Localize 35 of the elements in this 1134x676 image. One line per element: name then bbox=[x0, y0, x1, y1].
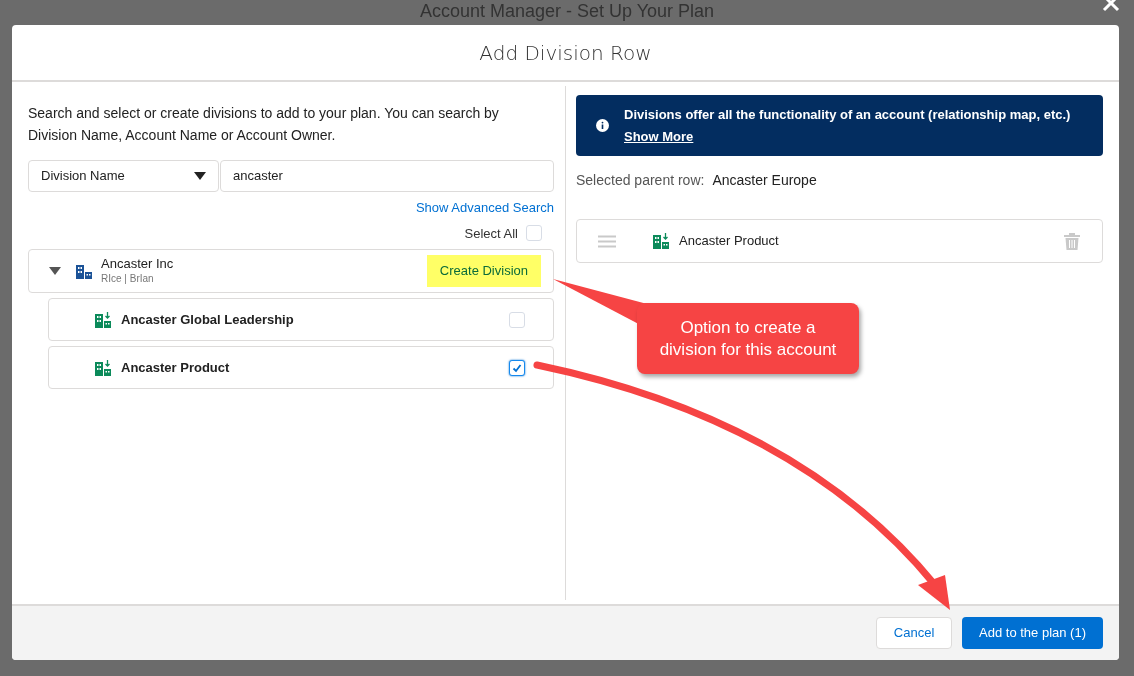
division-name: Ancaster Product bbox=[121, 358, 230, 377]
account-owner: RIce | BrIan bbox=[101, 272, 155, 286]
page-title: Account Manager - Set Up Your Plan bbox=[419, 1, 715, 23]
instructions: Search and select or create divisions to add to your plan. You can search by Division Name, Account Name or Account Owner. bbox=[28, 104, 500, 145]
callout-text: Option to create a division for this account bbox=[659, 316, 837, 361]
search-by-dropdown[interactable]: Division Name bbox=[28, 160, 219, 192]
caret-icon[interactable] bbox=[49, 267, 61, 275]
checkbox[interactable] bbox=[509, 359, 525, 376]
division-row[interactable]: Ancaster Product bbox=[48, 346, 554, 389]
caret-icon bbox=[194, 172, 206, 180]
building-arrow-icon bbox=[94, 310, 112, 329]
info-icon bbox=[596, 119, 609, 132]
select-all-label: Select All bbox=[464, 224, 518, 243]
building-icon bbox=[75, 262, 93, 280]
building-arrow-icon bbox=[94, 358, 112, 377]
parent-row-value: Ancaster Europe bbox=[712, 171, 817, 190]
add-to-plan-button[interactable]: Add to the plan (1) bbox=[962, 617, 1103, 649]
search-field[interactable]: ancaster bbox=[220, 160, 554, 192]
parent-row-label: Selected parent row: bbox=[576, 171, 705, 190]
cancel-button[interactable]: Cancel bbox=[876, 617, 953, 649]
account-row[interactable]: Ancaster Inc RIce | BrIan Create Division bbox=[28, 249, 554, 293]
division-name: Ancaster Global Leadership bbox=[121, 310, 294, 329]
dialog-title: Add Division Row bbox=[479, 39, 652, 67]
division-name: Ancaster Product bbox=[679, 232, 779, 251]
create-division-button[interactable]: Create Division bbox=[426, 255, 541, 287]
checkmark-icon bbox=[512, 362, 522, 373]
division-row[interactable]: Ancaster Global Leadership bbox=[48, 298, 554, 341]
close-icon[interactable] bbox=[1102, 0, 1120, 12]
building-arrow-icon bbox=[652, 232, 670, 250]
trash-icon[interactable] bbox=[1064, 232, 1080, 250]
advanced-search-link[interactable]: Show Advanced Search bbox=[415, 198, 554, 218]
drag-handle-icon[interactable] bbox=[598, 234, 616, 248]
show-more-link[interactable]: Show More bbox=[624, 125, 694, 148]
banner-text: Divisions offer all the functionality of an account (relationship map, etc.) bbox=[624, 105, 1071, 124]
account-name: Ancaster Inc bbox=[101, 256, 174, 272]
